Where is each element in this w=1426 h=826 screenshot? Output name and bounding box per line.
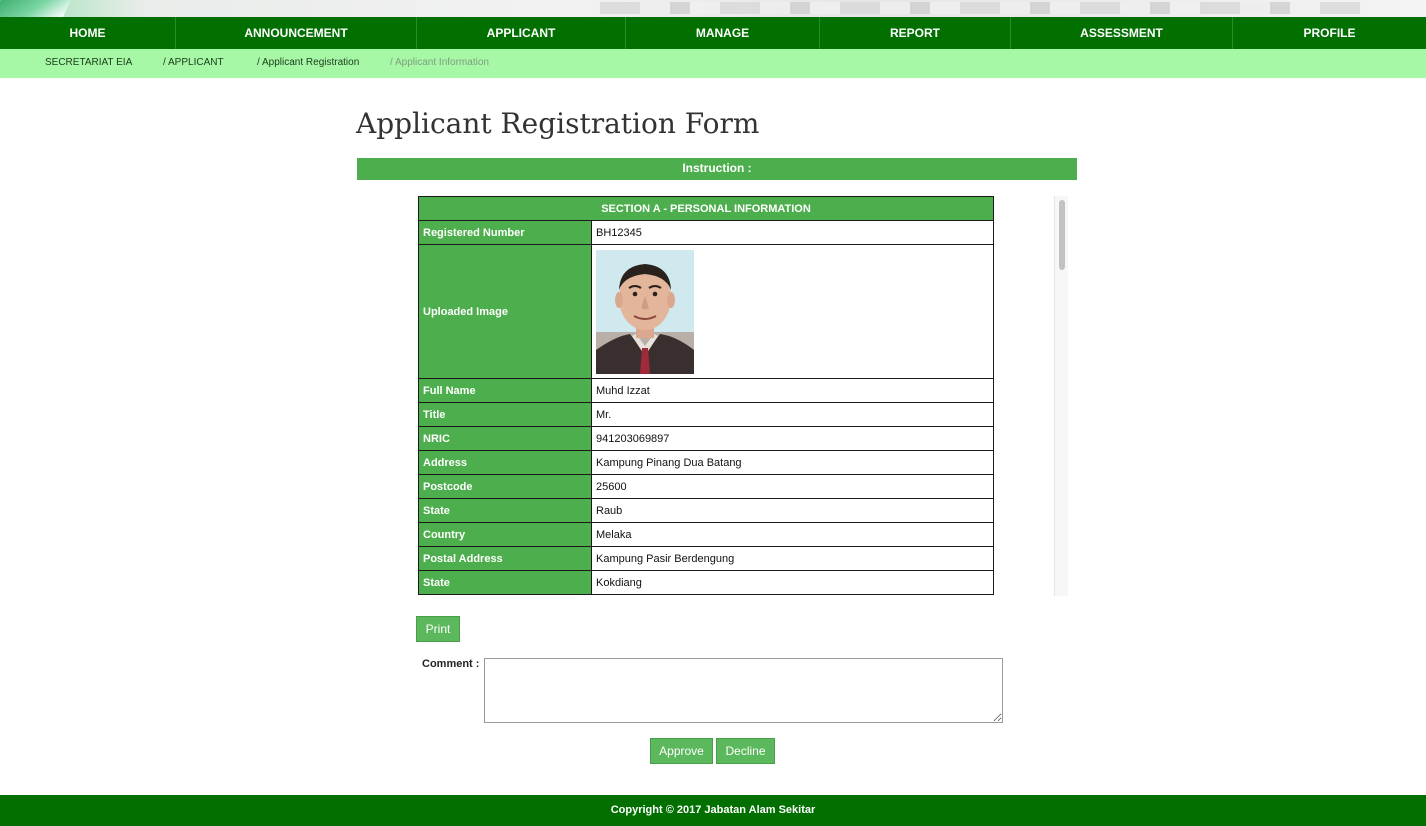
section-header: SECTION A - PERSONAL INFORMATION — [418, 196, 994, 221]
breadcrumb-applicant-registration[interactable]: / Applicant Registration — [257, 57, 359, 68]
country-value: Melaka — [591, 522, 994, 547]
address-value: Kampung Pinang Dua Batang — [591, 450, 994, 475]
row-label: NRIC — [418, 426, 592, 451]
row-label: Postal Address — [418, 546, 592, 571]
postcode-value: 25600 — [591, 474, 994, 499]
comment-field[interactable] — [484, 658, 1003, 723]
nav-applicant[interactable]: APPLICANT — [417, 17, 626, 49]
table-row: Uploaded Image — [418, 244, 994, 379]
row-label: Uploaded Image — [418, 244, 592, 379]
state-value: Raub — [591, 498, 994, 523]
row-label: Registered Number — [418, 220, 592, 245]
row-label: Country — [418, 522, 592, 547]
row-label: Address — [418, 450, 592, 475]
table-row: Country Melaka — [418, 522, 994, 547]
banner-logo-graphic — [0, 0, 78, 17]
nav-announcement[interactable]: ANNOUNCEMENT — [176, 17, 417, 49]
nav-assessment[interactable]: ASSESSMENT — [1011, 17, 1233, 49]
scrollbar-thumb[interactable] — [1059, 200, 1065, 270]
breadcrumb-current: / Applicant Information — [390, 57, 489, 68]
footer: Copyright © 2017 Jabatan Alam Sekitar — [0, 795, 1426, 826]
title-value: Mr. — [591, 402, 994, 427]
table-row: Address Kampung Pinang Dua Batang — [418, 450, 994, 475]
header-banner — [0, 0, 1426, 17]
nav-report[interactable]: REPORT — [820, 17, 1011, 49]
table-row: State Kokdiang — [418, 570, 994, 595]
postal-state-value: Kokdiang — [591, 570, 994, 595]
print-button[interactable]: Print — [416, 616, 460, 642]
breadcrumb-applicant[interactable]: / APPLICANT — [163, 57, 224, 68]
table-row: Postal Address Kampung Pasir Berdengung — [418, 546, 994, 571]
decline-button[interactable]: Decline — [716, 738, 775, 764]
instruction-bar: Instruction : — [357, 158, 1077, 180]
form-scroll-pane[interactable]: SECTION A - PERSONAL INFORMATION Registe… — [404, 196, 1068, 596]
row-label: State — [418, 570, 592, 595]
table-row: NRIC 941203069897 — [418, 426, 994, 451]
breadcrumb: SECRETARIAT EIA / APPLICANT / Applicant … — [0, 49, 1426, 78]
registered-number-value: BH12345 — [591, 220, 994, 245]
table-row: Full Name Muhd Izzat — [418, 378, 994, 403]
row-label: Postcode — [418, 474, 592, 499]
pane-scrollbar[interactable] — [1054, 196, 1068, 596]
row-label: State — [418, 498, 592, 523]
full-name-value: Muhd Izzat — [591, 378, 994, 403]
nav-manage[interactable]: MANAGE — [626, 17, 820, 49]
applicant-photo-image — [596, 250, 694, 374]
applicant-photo — [596, 250, 694, 374]
table-row: Title Mr. — [418, 402, 994, 427]
row-label: Title — [418, 402, 592, 427]
page-title: Applicant Registration Form — [356, 107, 760, 140]
row-label: Full Name — [418, 378, 592, 403]
nav-home[interactable]: HOME — [0, 17, 176, 49]
table-row: State Raub — [418, 498, 994, 523]
nav-profile[interactable]: PROFILE — [1233, 17, 1426, 49]
nric-value: 941203069897 — [591, 426, 994, 451]
uploaded-image-cell — [591, 244, 994, 379]
breadcrumb-secretariat[interactable]: SECRETARIAT EIA — [45, 57, 132, 68]
postal-address-value: Kampung Pasir Berdengung — [591, 546, 994, 571]
main-nav: HOME ANNOUNCEMENT APPLICANT MANAGE REPOR… — [0, 17, 1426, 49]
table-row: Postcode 25600 — [418, 474, 994, 499]
banner-decoration — [600, 2, 1360, 14]
comment-label: Comment : — [422, 658, 480, 670]
approve-button[interactable]: Approve — [650, 738, 713, 764]
table-row: Registered Number BH12345 — [418, 220, 994, 245]
personal-info-table: SECTION A - PERSONAL INFORMATION Registe… — [418, 196, 994, 595]
